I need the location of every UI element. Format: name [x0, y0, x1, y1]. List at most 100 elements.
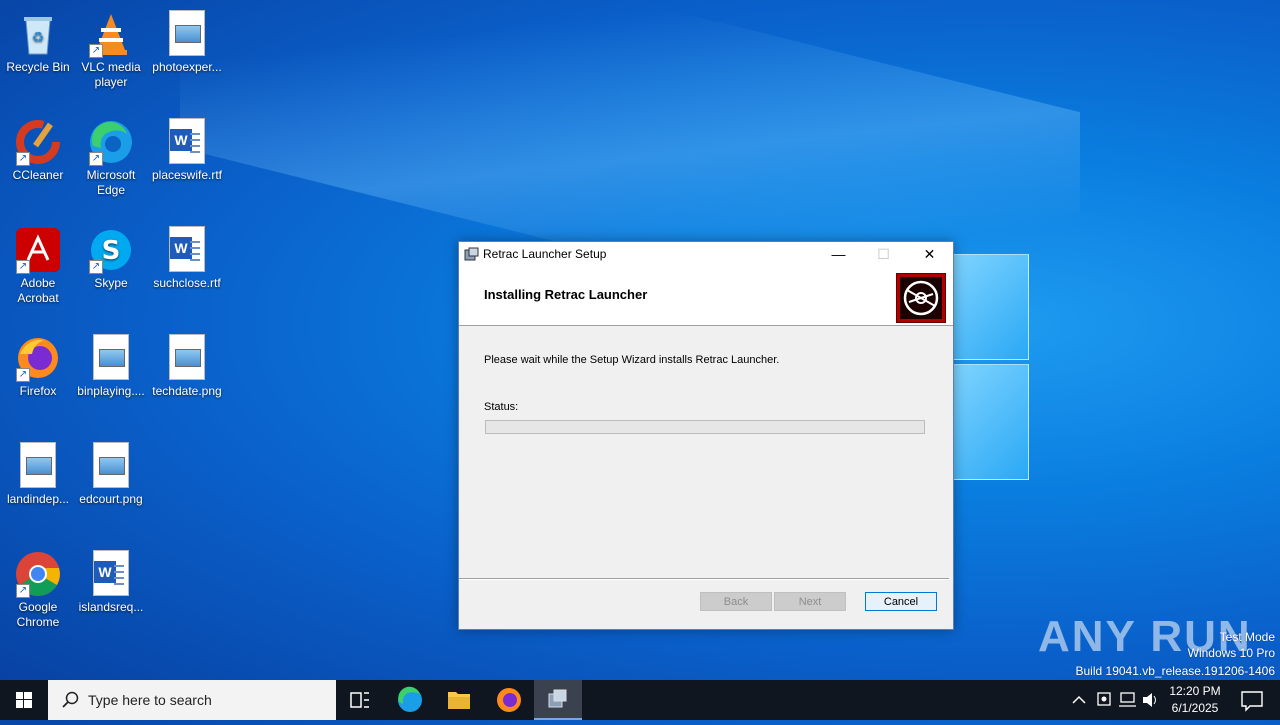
- desktop-icon-file[interactable]: binplaying....: [73, 328, 149, 399]
- desktop-icon-file[interactable]: W suchclose.rtf: [149, 220, 225, 291]
- firefox-icon: ↗: [14, 334, 62, 382]
- network-icon: [1119, 692, 1136, 707]
- installer-icon: [548, 689, 567, 708]
- desktop-icon-label: techdate.png: [152, 384, 222, 398]
- desktop-icon-skype[interactable]: S ↗ Skype: [73, 220, 149, 291]
- skype-icon: S ↗: [87, 226, 135, 274]
- desktop-icon-vlc[interactable]: ↗ VLC media player: [73, 4, 149, 90]
- image-file-icon: [163, 10, 211, 58]
- svg-text:♻: ♻: [32, 30, 45, 46]
- button-separator: [459, 578, 949, 580]
- windows-start-icon: [16, 692, 32, 708]
- status-label: Status:: [484, 401, 519, 413]
- taskbar-file-explorer[interactable]: [435, 680, 483, 720]
- desktop-icon-label: suchclose.rtf: [153, 276, 221, 290]
- clock-time: 12:20 PM: [1169, 684, 1221, 698]
- desktop-icon-adobe-acrobat[interactable]: ↗ Adobe Acrobat: [0, 220, 76, 306]
- desktop-icon-file[interactable]: photoexper...: [149, 4, 225, 75]
- desktop-icon-google-chrome[interactable]: ↗ Google Chrome: [0, 544, 76, 630]
- taskbar: Type here to search 12:20 PM 6/1/2025: [0, 680, 1280, 720]
- desktop-icon-label: Firefox: [19, 384, 57, 398]
- word-document-icon: W: [163, 226, 211, 274]
- back-button[interactable]: Back: [700, 592, 772, 611]
- ccleaner-icon: ↗: [14, 118, 62, 166]
- shortcut-arrow-icon: ↗: [89, 44, 103, 58]
- shortcut-arrow-icon: ↗: [89, 152, 103, 166]
- desktop-icon-file[interactable]: landindep...: [0, 436, 76, 507]
- desktop-icon-ccleaner[interactable]: ↗ CCleaner: [0, 112, 76, 183]
- image-file-icon: [87, 334, 135, 382]
- desktop-icon-label: islandsreq...: [78, 600, 144, 614]
- chrome-icon: ↗: [14, 550, 62, 598]
- acrobat-icon: ↗: [14, 226, 62, 274]
- firefox-icon: [497, 688, 521, 712]
- start-button[interactable]: [0, 680, 48, 720]
- desktop-icon-label: Skype: [94, 276, 128, 290]
- cancel-button[interactable]: Cancel: [865, 592, 937, 611]
- dialog-titlebar[interactable]: Retrac Launcher Setup — ☐ ✕: [459, 242, 953, 267]
- desktop-icon-label: VLC media player: [81, 60, 141, 89]
- desktop-icon-edge[interactable]: ↗ Microsoft Edge: [73, 112, 149, 198]
- header-title: Installing Retrac Launcher: [484, 287, 648, 302]
- desktop-icon-recycle-bin[interactable]: ♻ Recycle Bin: [0, 4, 76, 75]
- search-icon: [62, 691, 79, 708]
- action-center-button[interactable]: [1232, 680, 1272, 720]
- desktop-icon-file[interactable]: W placeswife.rtf: [149, 112, 225, 183]
- tray-app-icon[interactable]: [1094, 680, 1114, 720]
- taskbar-clock[interactable]: 12:20 PM 6/1/2025: [1160, 683, 1230, 717]
- taskbar-edge[interactable]: [386, 680, 434, 720]
- retrac-logo-icon: [896, 273, 946, 323]
- image-file-icon: [14, 442, 62, 490]
- volume-tray-button[interactable]: [1140, 680, 1162, 720]
- edge-icon: [398, 686, 422, 712]
- close-button[interactable]: ✕: [907, 242, 952, 267]
- notification-icon: [1241, 691, 1263, 712]
- next-button[interactable]: Next: [774, 592, 846, 611]
- desktop-icon-label: Microsoft Edge: [86, 168, 136, 197]
- taskbar-firefox[interactable]: [485, 680, 533, 720]
- image-file-icon: [163, 334, 211, 382]
- task-view-button[interactable]: [336, 680, 384, 720]
- install-message: Please wait while the Setup Wizard insta…: [484, 354, 780, 366]
- vlc-icon: ↗: [87, 10, 135, 58]
- desktop-icon-label: Adobe Acrobat: [17, 276, 59, 305]
- maximize-button: ☐: [877, 246, 890, 262]
- desktop-icon-firefox[interactable]: ↗ Firefox: [0, 328, 76, 399]
- desktop-icon-label: edcourt.png: [79, 492, 143, 506]
- desktop-icon-label: CCleaner: [12, 168, 64, 182]
- folder-icon: [448, 692, 470, 709]
- desktop-icon-label: landindep...: [6, 492, 70, 506]
- taskbar-setup-app[interactable]: [534, 680, 582, 720]
- minimize-button[interactable]: —: [816, 242, 861, 267]
- recycle-bin-icon: ♻: [14, 10, 62, 58]
- setup-dialog: Retrac Launcher Setup — ☐ ✕ Installing R…: [458, 241, 954, 630]
- watermark-edition: Windows 10 Pro: [1187, 646, 1275, 660]
- shortcut-arrow-icon: ↗: [16, 152, 30, 166]
- desktop-icon-label: photoexper...: [152, 60, 222, 74]
- task-view-icon: [350, 692, 369, 708]
- watermark-build: Build 19041.vb_release.191206-1406: [1075, 664, 1276, 678]
- desktop-icon-label: Recycle Bin: [6, 60, 70, 74]
- desktop-icon-file[interactable]: edcourt.png: [73, 436, 149, 507]
- edge-icon: ↗: [87, 118, 135, 166]
- shortcut-arrow-icon: ↗: [16, 368, 30, 382]
- defender-icon: [1097, 692, 1111, 706]
- windows-logo-wallpaper: [952, 242, 1030, 480]
- dialog-header: Installing Retrac Launcher: [459, 267, 953, 326]
- shortcut-arrow-icon: ↗: [89, 260, 103, 274]
- network-tray-button[interactable]: [1116, 680, 1138, 720]
- desktop-icon-label: binplaying....: [77, 384, 145, 398]
- desktop-icon-label: placeswife.rtf: [151, 168, 223, 182]
- word-document-icon: W: [163, 118, 211, 166]
- svg-text:S: S: [102, 236, 121, 266]
- installer-icon: [464, 247, 479, 261]
- desktop-icon-file[interactable]: techdate.png: [149, 328, 225, 399]
- desktop-icon-label: Google Chrome: [16, 600, 60, 629]
- desktop-icon-file[interactable]: W islandsreq...: [73, 544, 149, 615]
- chevron-up-icon: [1072, 695, 1086, 704]
- taskbar-search-box[interactable]: Type here to search: [48, 680, 336, 720]
- shortcut-arrow-icon: ↗: [16, 260, 30, 274]
- watermark-test-mode: Test Mode: [1219, 630, 1275, 644]
- clock-date: 6/1/2025: [1171, 701, 1219, 715]
- show-hidden-icons-button[interactable]: [1070, 680, 1088, 720]
